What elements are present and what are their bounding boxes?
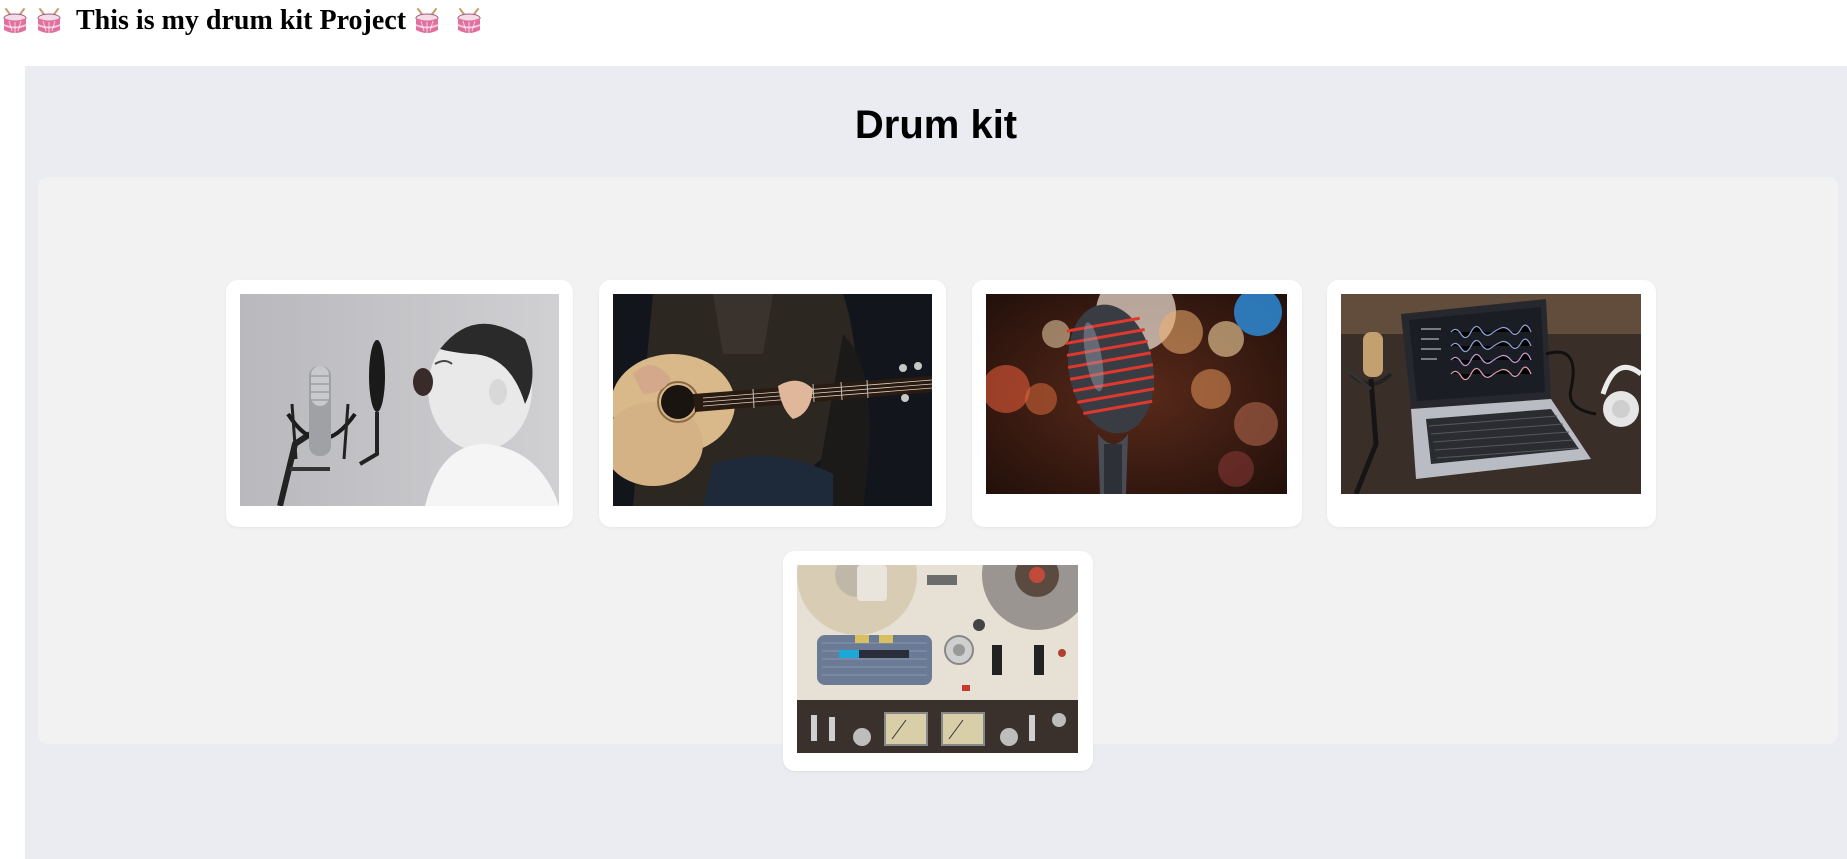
drum-icon <box>37 8 61 33</box>
drum-icon <box>415 8 439 33</box>
laptop-audio-editing-card[interactable] <box>1327 280 1656 527</box>
singer-microphone-card[interactable] <box>226 280 573 527</box>
section-heading: Drum kit <box>854 103 1018 147</box>
image-gallery <box>38 177 1838 771</box>
main-panel: Drum kit <box>25 66 1847 859</box>
drum-icon <box>457 8 481 33</box>
reel-to-reel-recorder-card[interactable] <box>783 551 1093 771</box>
laptop-audio-editing-image <box>1341 294 1641 494</box>
drum-icon <box>3 8 27 33</box>
singer-microphone-image <box>240 294 559 506</box>
page-title: This is my drum kit Project <box>76 5 407 36</box>
vintage-microphone-card[interactable] <box>972 280 1302 527</box>
reel-to-reel-recorder-image <box>797 565 1078 753</box>
page-header: This is my drum kit Project <box>0 0 496 42</box>
acoustic-guitar-image <box>613 294 932 506</box>
vintage-microphone-image <box>986 294 1287 494</box>
acoustic-guitar-card[interactable] <box>599 280 946 527</box>
